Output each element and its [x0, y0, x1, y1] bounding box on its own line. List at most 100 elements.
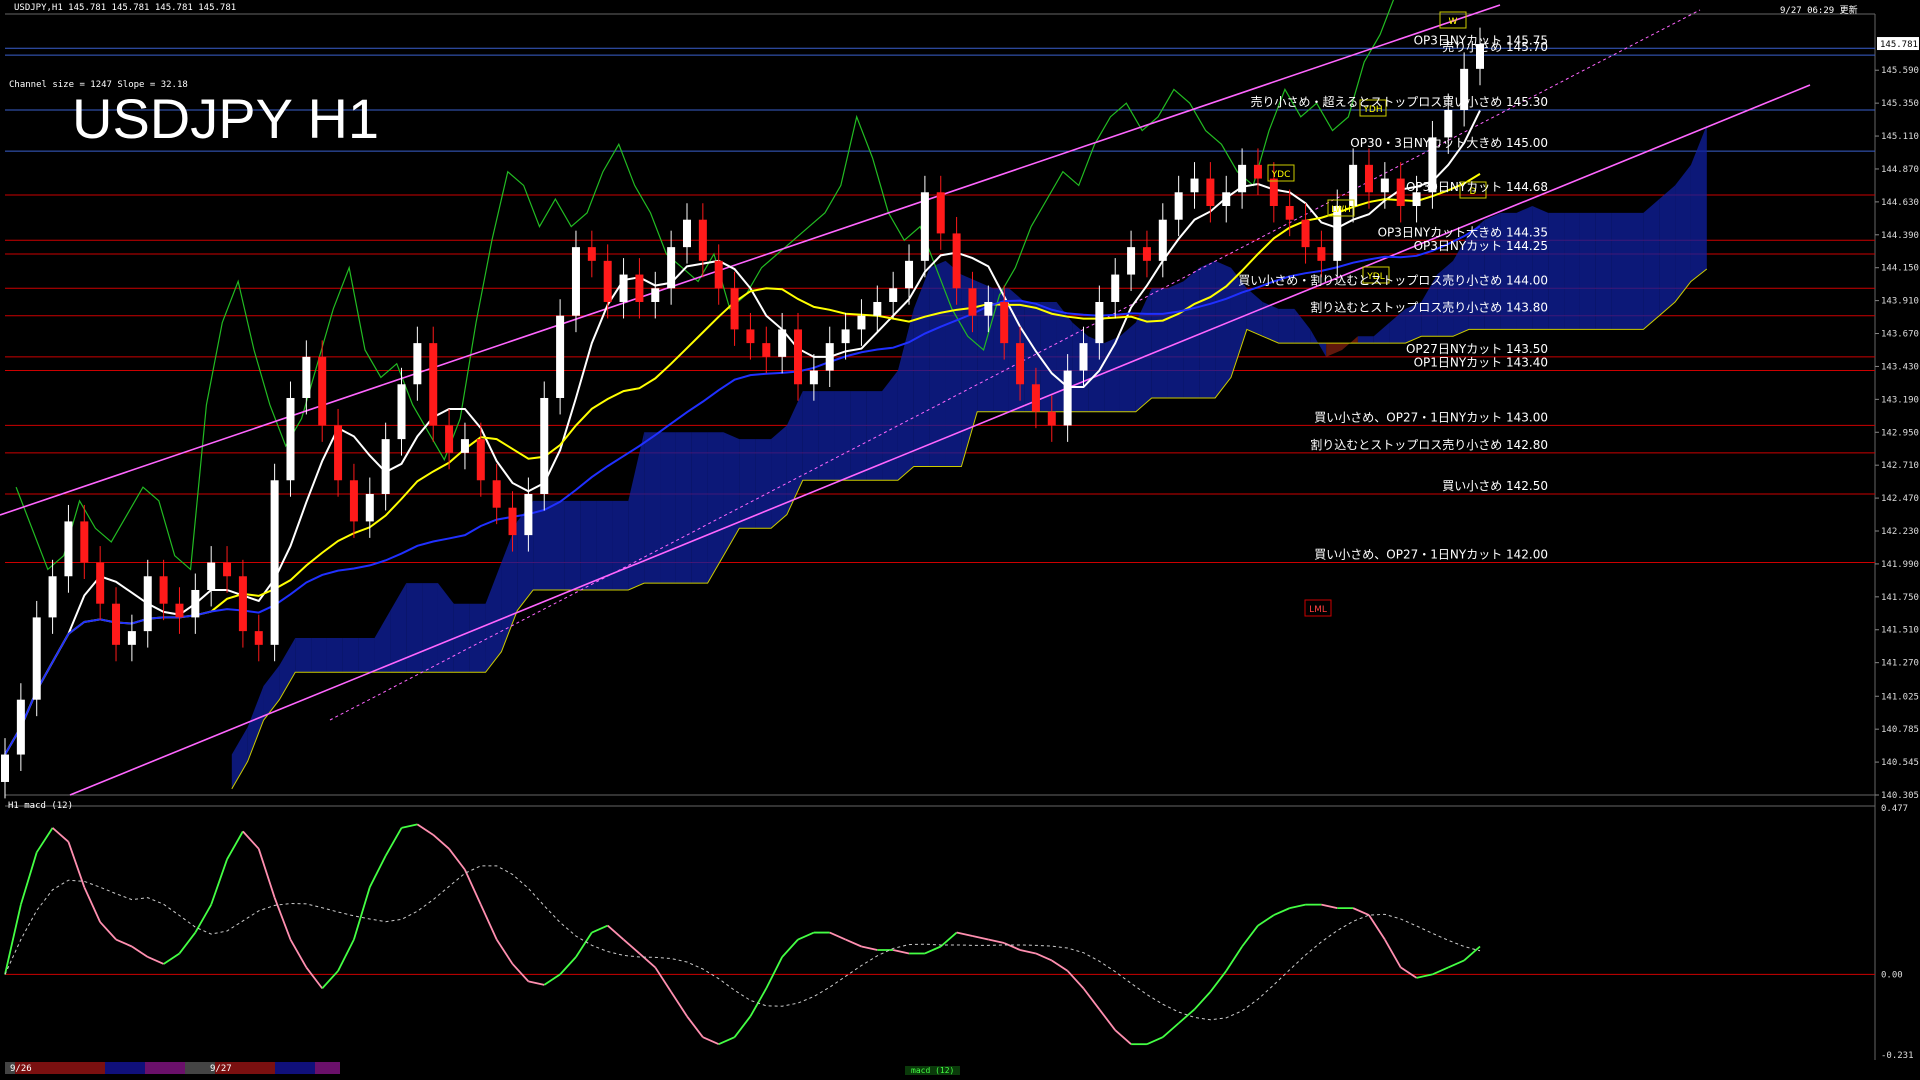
cloud-segment: [1167, 281, 1184, 398]
update-timestamp: 9/27 06:29 更新: [1780, 6, 1858, 16]
price-tick-label: 141.990: [1881, 560, 1919, 570]
cloud-segment: [1278, 308, 1295, 344]
candle-body: [968, 288, 977, 316]
macd-segment: [1162, 1022, 1180, 1038]
macd-segment: [384, 827, 403, 857]
macd-segment: [1066, 970, 1085, 989]
time-bar-segment: [145, 1062, 185, 1074]
macd-segment: [924, 945, 942, 955]
candle-body: [48, 576, 57, 618]
candle-body: [873, 301, 882, 316]
candle-body: [698, 219, 707, 261]
macd-segment: [495, 939, 514, 965]
macd-segment: [829, 931, 846, 941]
candle-body: [238, 576, 247, 632]
candle-body: [429, 343, 438, 426]
time-label: 9/26: [10, 1064, 32, 1074]
macd-segment: [575, 932, 593, 958]
cloud-segment: [1564, 212, 1580, 330]
cloud-segment: [1643, 199, 1660, 330]
candle-body: [857, 315, 866, 330]
macd-segment: [718, 1036, 735, 1046]
cloud-segment: [279, 637, 296, 700]
cloud-segment: [675, 432, 692, 584]
price-tick-label: 140.545: [1881, 758, 1919, 768]
macd-segment: [353, 886, 371, 940]
cloud-segment: [1357, 336, 1374, 344]
candle-body: [508, 507, 517, 536]
candle-body: [175, 603, 184, 618]
candle-body: [1174, 192, 1183, 220]
cloud-segment: [437, 583, 454, 673]
candle-body: [349, 480, 358, 522]
candle-body: [270, 480, 279, 645]
price-tick-label: 144.150: [1881, 264, 1919, 274]
macd-tick-label: -0.231: [1881, 1051, 1914, 1061]
candle-body: [1412, 192, 1421, 206]
marker-label: W: [1449, 17, 1458, 27]
cloud-segment: [1659, 185, 1676, 316]
cloud-segment: [1183, 267, 1200, 398]
candle-body: [730, 288, 739, 330]
price-tick-label: 142.710: [1881, 461, 1919, 471]
macd-segment: [226, 830, 244, 860]
cloud-segment: [374, 610, 391, 673]
price-tick-label: 144.630: [1881, 198, 1919, 208]
marker-label: YDC: [1271, 170, 1291, 180]
macd-segment: [479, 904, 498, 940]
cloud-segment: [406, 583, 423, 673]
macd-segment: [1193, 991, 1212, 1010]
macd-panel: 0.477 0.00 -0.231 9/26 9/27: [4, 804, 1914, 1074]
candle-body: [1301, 219, 1310, 248]
candle-body: [334, 425, 343, 481]
macd-segment: [416, 823, 434, 836]
cloud-segment: [660, 432, 676, 584]
cloud-segment: [549, 500, 565, 590]
macd-segment: [289, 939, 308, 968]
macd-segment: [765, 956, 783, 989]
macd-segment: [1352, 907, 1370, 916]
cloud-segment: [739, 439, 756, 529]
price-axis: 145.590 145.350 145.110 144.870 144.630 144.3…: [1875, 37, 1919, 801]
macd-segment: [1225, 946, 1243, 972]
candle-body: [825, 343, 834, 371]
macd-segment: [1368, 914, 1386, 941]
candle-body: [191, 589, 200, 618]
macd-segment: [147, 956, 164, 965]
candle-body: [96, 562, 105, 604]
candle-body: [413, 343, 422, 385]
macd-segment: [956, 931, 973, 937]
candle-body: [16, 699, 25, 755]
candle-body: [841, 329, 850, 344]
cloud-segment: [1326, 343, 1343, 357]
status-tab[interactable]: macd (12): [905, 1066, 961, 1075]
level-label: 売り小さめ 145.70: [1442, 39, 1548, 54]
price-tick-label: 145.350: [1881, 99, 1919, 109]
candle-body: [254, 631, 263, 645]
cloud-segment: [1437, 260, 1454, 337]
macd-segment: [670, 991, 688, 1017]
candle-body: [889, 288, 898, 302]
candle-body: [381, 439, 390, 494]
macd-segment: [67, 841, 86, 888]
candle-body: [1111, 274, 1120, 302]
candle-body: [952, 233, 961, 289]
cloud-segment: [723, 432, 740, 556]
candle-body: [445, 425, 454, 453]
macd-segment: [1321, 903, 1338, 910]
candle-body: [32, 617, 41, 700]
macd-segment: [4, 904, 22, 975]
price-tick-label: 145.590: [1881, 66, 1919, 76]
channel-upper-line: [69, 84, 1811, 796]
macd-segment: [1146, 1036, 1164, 1046]
cloud-segment: [564, 500, 581, 590]
price-tick-label: 144.870: [1881, 165, 1919, 175]
candle-body: [1047, 411, 1056, 426]
candle-body: [318, 356, 327, 426]
page-title: USDJPY H1: [72, 87, 380, 150]
candle-body: [905, 260, 914, 289]
level-label: OP30・3日NYカット大きめ 145.00: [1350, 136, 1548, 150]
marker-label: LWH: [1331, 205, 1351, 215]
price-tick-label: 141.025: [1881, 692, 1919, 702]
ma-short: [4, 110, 1481, 756]
